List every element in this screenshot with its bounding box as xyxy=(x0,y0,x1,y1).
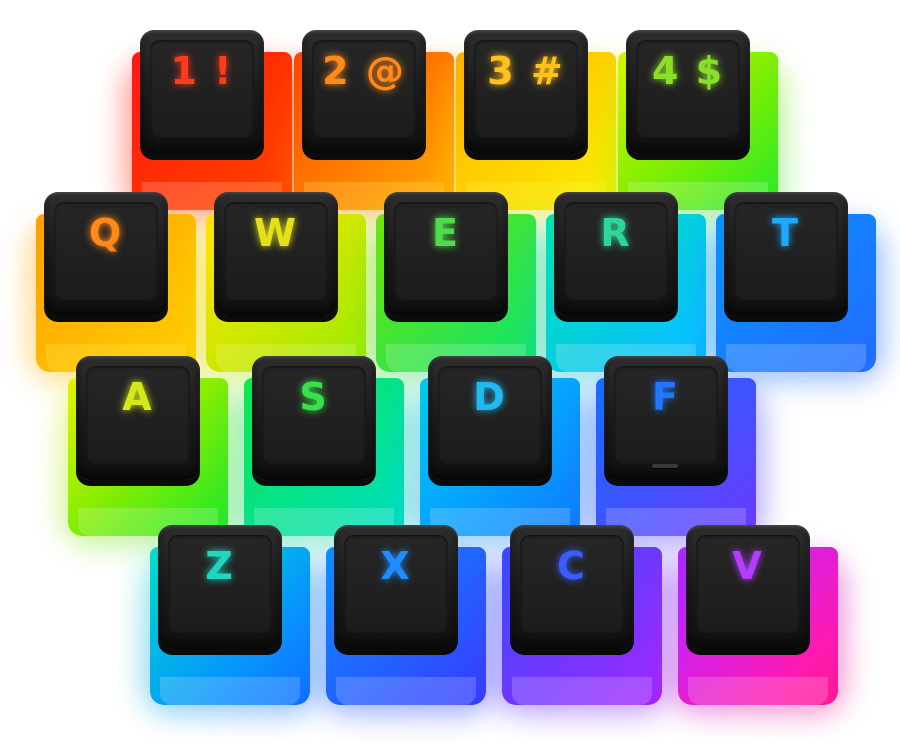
keycap-s: S xyxy=(236,356,412,546)
keycap-x: X xyxy=(318,525,494,715)
keycap-legend: 1 ! xyxy=(170,49,234,93)
keycap-legend: E xyxy=(432,211,460,255)
keycap-3#: 3 # xyxy=(448,30,624,220)
keycap-d: D xyxy=(412,356,588,546)
keycap-a: A xyxy=(60,356,236,546)
keycap-4$: 4 $ xyxy=(610,30,786,220)
keycap-q: Q xyxy=(28,192,204,382)
keycap-legend: T xyxy=(772,211,800,255)
homing-bump-icon xyxy=(652,464,678,468)
keycap-2@: 2 @ xyxy=(286,30,462,220)
keycap-legend: V xyxy=(732,544,764,588)
keycap-legend: F xyxy=(652,375,680,419)
keycap-t: T xyxy=(708,192,884,382)
keycap-legend: A xyxy=(122,375,154,419)
keycap-1!: 1 ! xyxy=(124,30,300,220)
keycap-c: C xyxy=(494,525,670,715)
keycap-legend: Q xyxy=(88,211,124,255)
keycap-legend: R xyxy=(600,211,632,255)
keycap-r: R xyxy=(538,192,714,382)
keycap-v: V xyxy=(670,525,846,715)
keycap-legend: C xyxy=(557,544,587,588)
keycap-legend: Z xyxy=(205,544,235,588)
keycap-w: W xyxy=(198,192,374,382)
keycap-legend: S xyxy=(299,375,329,419)
keycap-legend: D xyxy=(473,375,507,419)
keycap-legend: X xyxy=(380,544,412,588)
keycap-e: E xyxy=(368,192,544,382)
keycap-f: F xyxy=(588,356,764,546)
keycap-legend: 2 @ xyxy=(322,49,406,93)
keycap-legend: 4 $ xyxy=(651,49,725,93)
keycap-legend: 3 # xyxy=(487,49,565,93)
keycap-set-photo: 1 ! 2 @ 3 # 4 $ Q W E R T A S D F Z X C V xyxy=(0,0,900,751)
keycap-legend: W xyxy=(254,211,298,255)
keycap-z: Z xyxy=(142,525,318,715)
